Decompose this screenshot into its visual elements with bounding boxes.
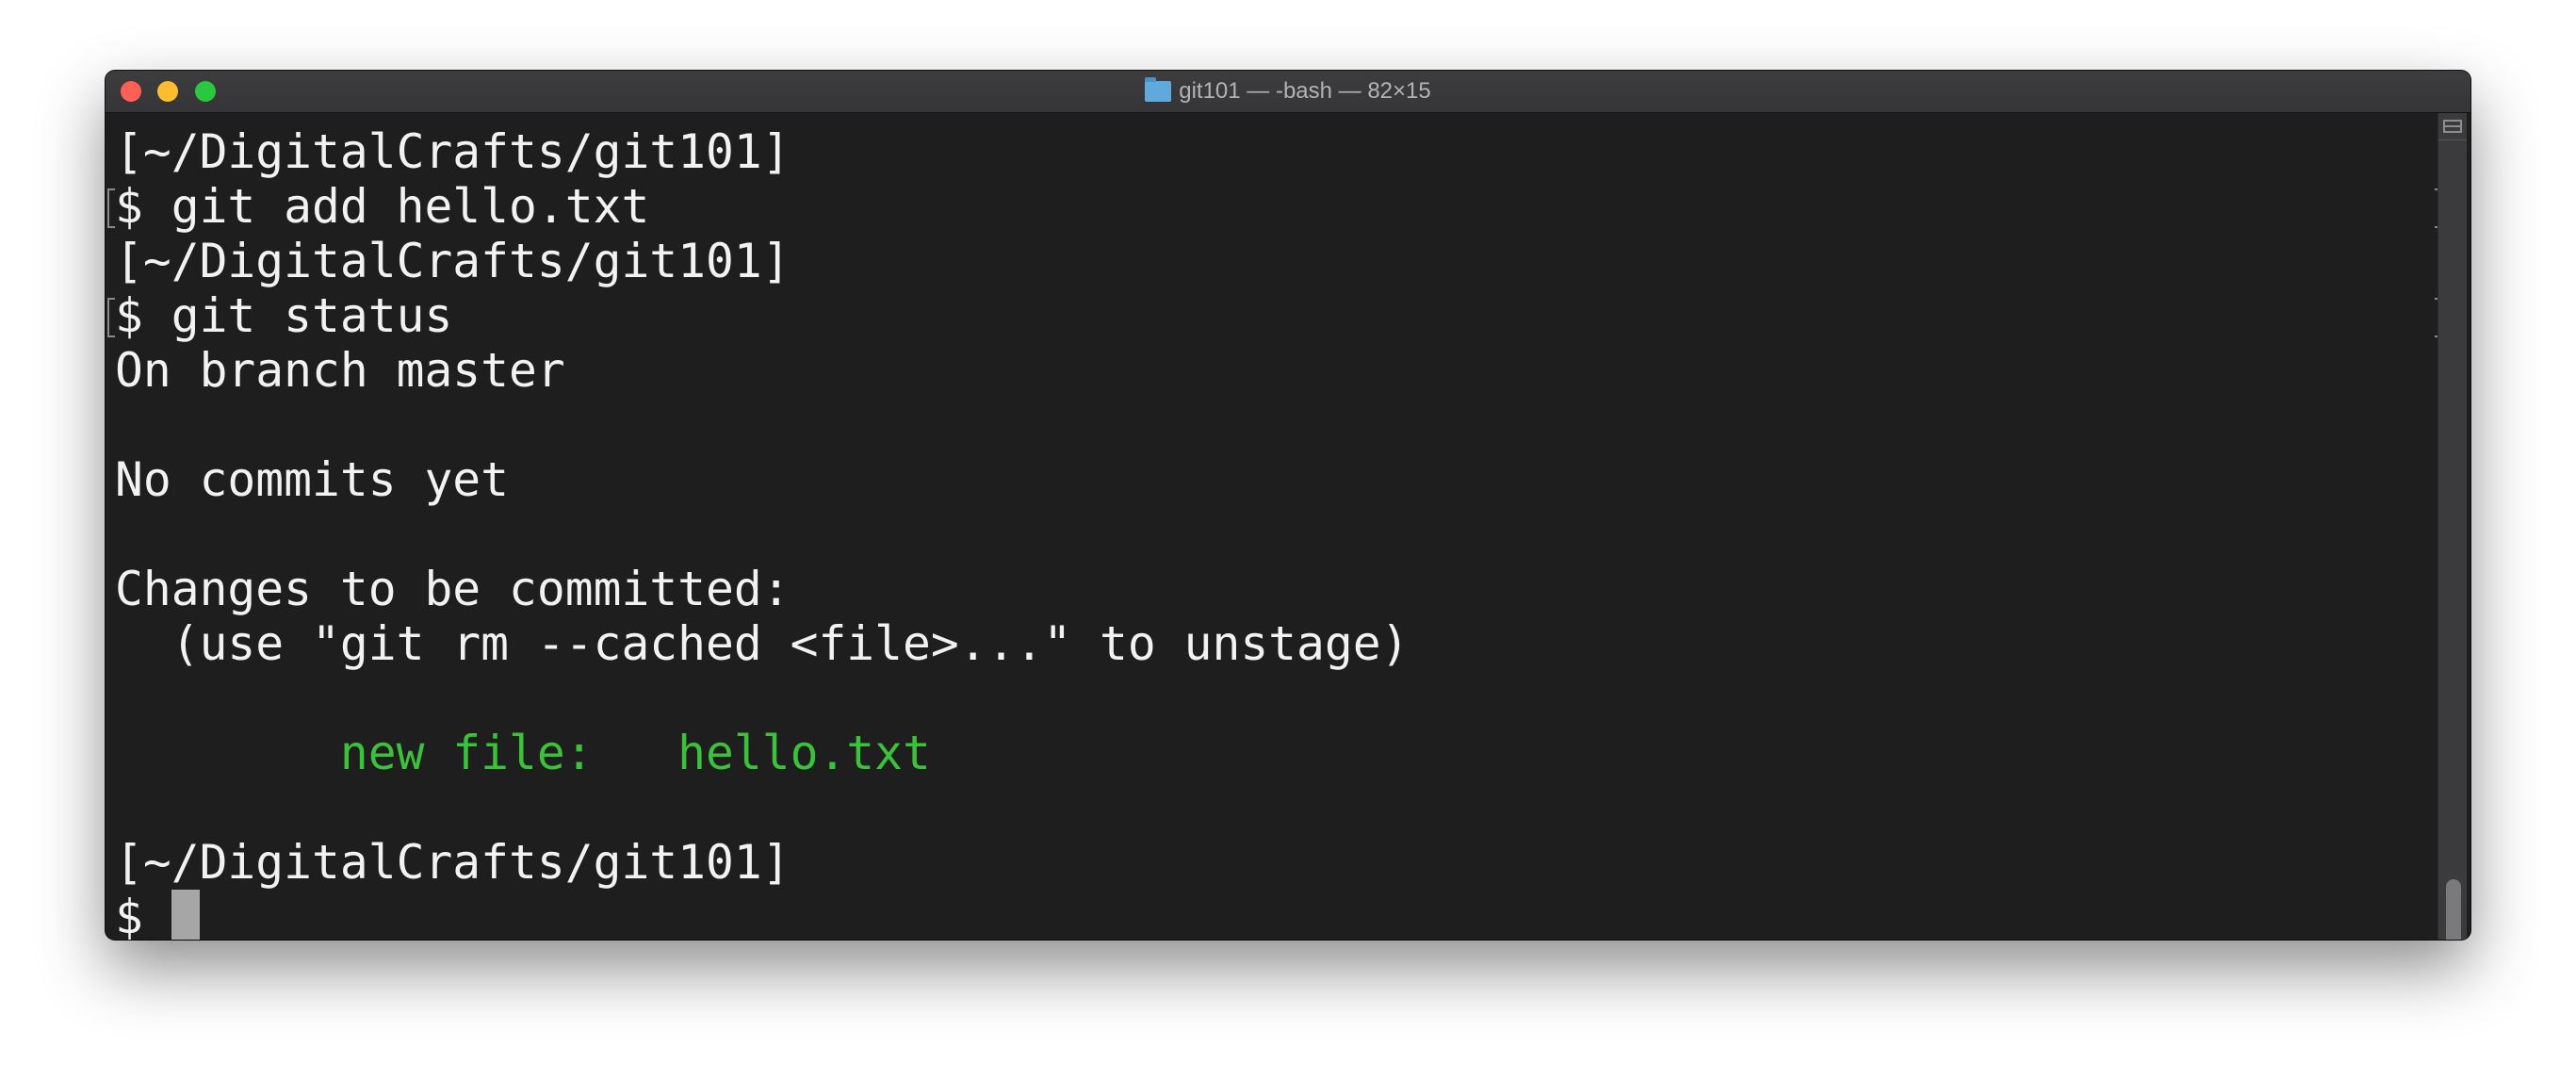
prompt-line[interactable]: $: [115, 890, 2440, 940]
terminal-line: (use "git rm --cached <file>..." to unst…: [115, 616, 1410, 671]
command-mark-left: [107, 188, 115, 228]
terminal-output[interactable]: [~/DigitalCrafts/git101] $ git add hello…: [107, 112, 2442, 940]
terminal-window: git101 — -bash — 82×15 [~/DigitalCrafts/…: [106, 71, 2470, 940]
command-mark-left: [107, 298, 115, 337]
terminal-line: [~/DigitalCrafts/git101]: [115, 234, 791, 288]
vertical-scrollbar[interactable]: [2437, 113, 2467, 940]
text-cursor: [171, 890, 200, 940]
terminal-line: Changes to be committed:: [115, 562, 791, 616]
split-pane-icon: [2443, 120, 2462, 133]
command-text: $ git status: [115, 288, 453, 343]
folder-icon: [1145, 77, 1172, 102]
terminal-line: $ git add hello.txt: [107, 179, 2442, 234]
window-title-text: git101 — -bash — 82×15: [1179, 78, 1431, 104]
prompt: $: [115, 890, 171, 940]
command-text: $ git add hello.txt: [115, 179, 650, 234]
scrollbar-thumb[interactable]: [2446, 879, 2461, 940]
terminal-line: On branch master: [115, 343, 565, 398]
terminal-line: $ git status: [107, 288, 2442, 343]
terminal-line: [~/DigitalCrafts/git101]: [115, 124, 791, 179]
window-title: git101 — -bash — 82×15: [106, 71, 2470, 112]
terminal-line: [~/DigitalCrafts/git101]: [115, 835, 791, 890]
split-pane-button[interactable]: [2438, 113, 2467, 140]
staged-file-line: new file: hello.txt: [115, 726, 931, 780]
terminal-line: No commits yet: [115, 452, 510, 507]
title-bar[interactable]: git101 — -bash — 82×15: [106, 71, 2470, 113]
